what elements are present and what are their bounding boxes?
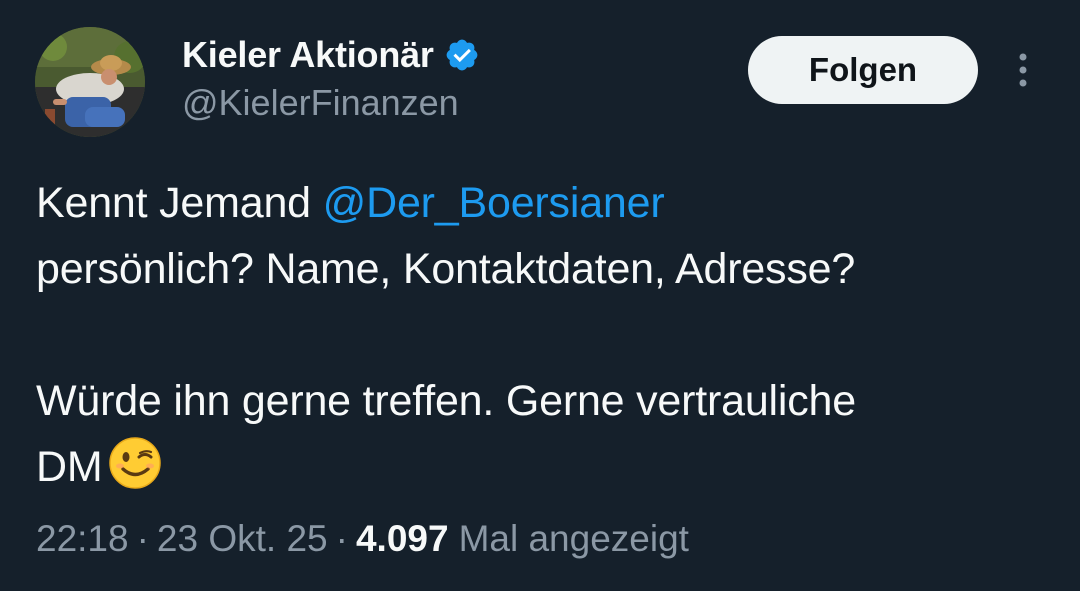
- tweet-card: Kieler Aktionär @KielerFinanzen Folgen K…: [0, 0, 1080, 591]
- tweet-line-1: Kennt Jemand @Der_Boersianer: [36, 170, 1056, 236]
- tweet-text: Kennt Jemand @Der_Boersianer persönlich?…: [36, 170, 1056, 500]
- tweet-line-2: persönlich? Name, Kontaktdaten, Adresse?: [36, 245, 856, 293]
- more-options-button[interactable]: [1006, 48, 1040, 92]
- views-count[interactable]: 4.097: [356, 518, 449, 560]
- winking-face-emoji-icon: [108, 436, 162, 490]
- tweet-text-dm: DM: [36, 443, 103, 491]
- meta-separator: ·: [335, 518, 348, 559]
- meta-separator: ·: [136, 518, 149, 559]
- author-name-row: Kieler Aktionär: [182, 33, 480, 77]
- author-handle[interactable]: @KielerFinanzen: [182, 82, 459, 124]
- avatar-image: [35, 27, 145, 137]
- follow-button[interactable]: Folgen: [748, 36, 978, 104]
- tweet-meta: 22:18 · 23 Okt. 25 · 4.097 Mal angezeigt: [36, 518, 689, 560]
- tweet-line-4: DM: [36, 434, 1056, 500]
- avatar[interactable]: [35, 27, 145, 137]
- tweet-date[interactable]: 23 Okt. 25: [157, 518, 328, 560]
- tweet-line-3: Würde ihn gerne treffen. Gerne vertrauli…: [36, 377, 856, 425]
- tweet-time[interactable]: 22:18: [36, 518, 129, 560]
- tweet-text-prefix: Kennt Jemand: [36, 179, 323, 227]
- more-vertical-icon: [1019, 53, 1027, 87]
- views-label: Mal angezeigt: [458, 518, 689, 559]
- author-display-name[interactable]: Kieler Aktionär: [182, 34, 434, 76]
- verified-badge-icon[interactable]: [444, 37, 480, 73]
- mention-link[interactable]: @Der_Boersianer: [323, 179, 665, 227]
